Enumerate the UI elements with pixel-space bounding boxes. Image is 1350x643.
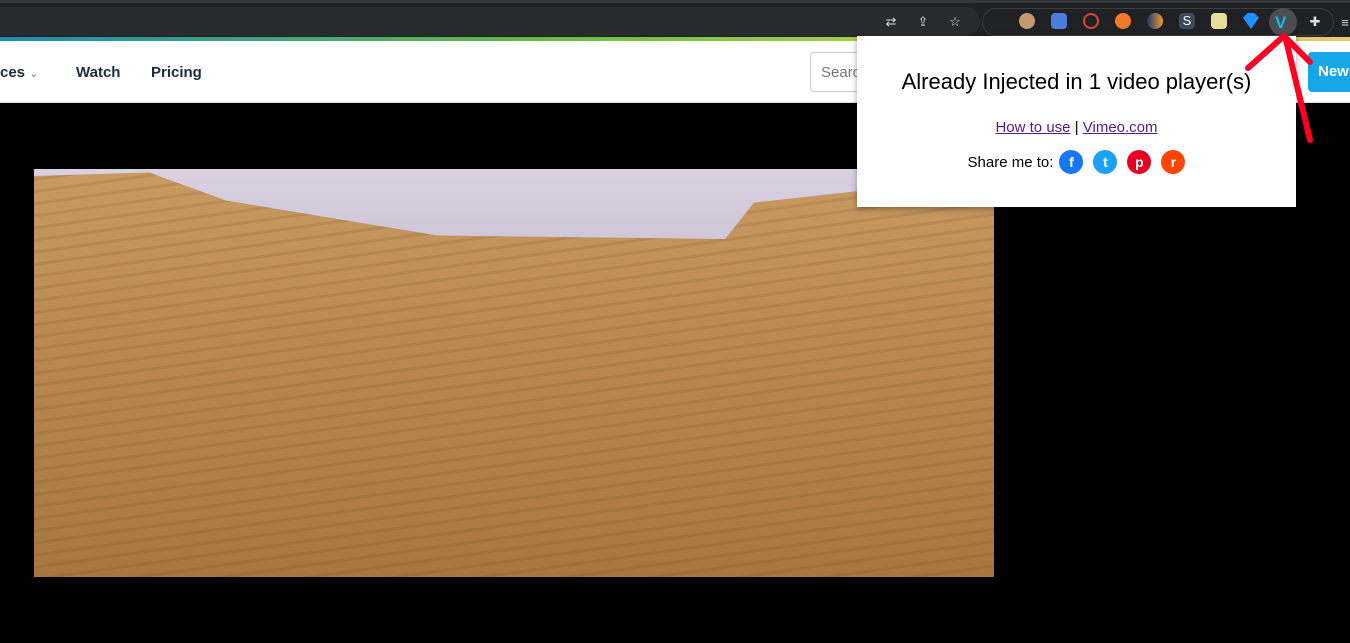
nav-resources-label: ces — [0, 64, 26, 81]
menu-icon[interactable]: ≡ — [1336, 13, 1350, 31]
how-to-use-link[interactable]: How to use — [995, 119, 1070, 136]
puzzle-extensions-icon[interactable]: ✚ — [1306, 13, 1324, 31]
facebook-icon[interactable]: f — [1059, 150, 1084, 174]
share-icon[interactable]: ⇪ — [914, 13, 932, 31]
s-extension-icon[interactable]: S — [1179, 13, 1195, 29]
popup-title: Already Injected in 1 video player(s) — [901, 69, 1252, 94]
pinterest-icon[interactable]: p — [1127, 150, 1152, 174]
vimeo-link[interactable]: Vimeo.com — [1083, 119, 1158, 136]
link-separator: | — [1074, 119, 1079, 136]
nav-watch[interactable]: Watch — [76, 64, 120, 81]
red-arrow-annotation — [1245, 33, 1313, 143]
share-label: Share me to: — [967, 153, 1054, 171]
google-translate-extension-icon[interactable] — [1051, 13, 1067, 29]
moon-extension-icon[interactable] — [1147, 13, 1163, 29]
chevron-down-icon: ⌄ — [29, 68, 39, 80]
bookmark-star-icon[interactable]: ☆ — [946, 13, 964, 31]
video-player[interactable] — [34, 169, 994, 577]
nav-resources[interactable]: ces ⌄ — [0, 64, 38, 81]
translate-icon[interactable]: ⇄ — [882, 13, 900, 31]
extension-popup: Already Injected in 1 video player(s) Ho… — [857, 36, 1296, 207]
address-bar[interactable] — [0, 7, 980, 36]
notepad-extension-icon[interactable] — [1211, 13, 1227, 29]
red-circle-extension-icon[interactable] — [1083, 13, 1099, 29]
browser-toolbar: ⇄ ⇪ ☆ S V ✚ ≡ — [0, 0, 1350, 37]
twitter-icon[interactable]: t — [1093, 150, 1118, 174]
vimeo-downloader-icon: V — [1275, 13, 1287, 32]
video-frame-sky — [34, 169, 994, 239]
nav-pricing[interactable]: Pricing — [151, 64, 202, 81]
reddit-icon[interactable]: r — [1161, 150, 1186, 174]
robot-extension-icon[interactable] — [1115, 13, 1131, 29]
owl-extension-icon[interactable] — [1019, 13, 1035, 29]
